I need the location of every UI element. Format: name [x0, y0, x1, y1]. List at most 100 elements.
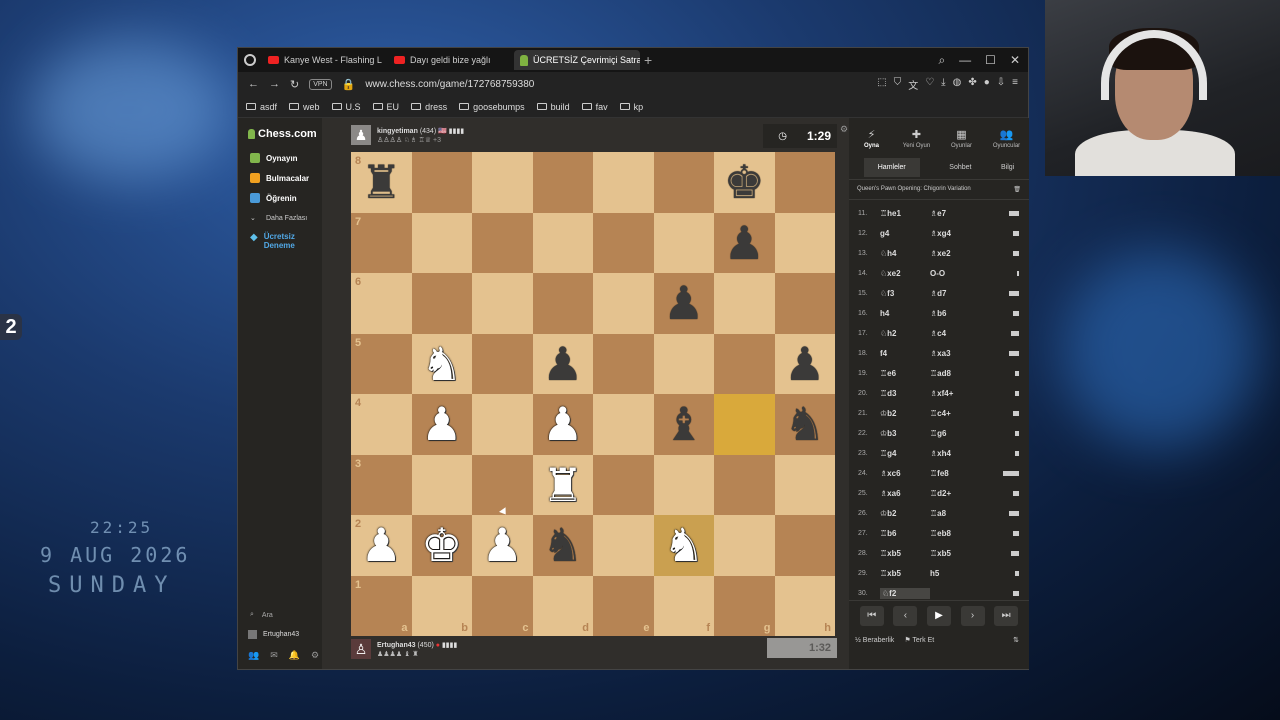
square-a3[interactable]: 3	[351, 454, 412, 515]
square-a1[interactable]: 1a	[351, 575, 412, 636]
white-move[interactable]: ♖xb5	[880, 569, 930, 578]
puzzle-icon[interactable]: ✤	[968, 77, 976, 92]
square-e8[interactable]	[593, 152, 654, 213]
white-move[interactable]: ♖xb5	[880, 549, 930, 558]
square-h3[interactable]	[774, 454, 835, 515]
square-c5[interactable]	[472, 333, 533, 394]
nav-search[interactable]: ⌕ Ara	[238, 606, 322, 624]
bookmark-goosebumps[interactable]: goosebumps	[459, 102, 525, 112]
square-c7[interactable]	[472, 212, 533, 273]
white-move[interactable]: ♖he1	[880, 209, 930, 218]
square-f7[interactable]	[653, 212, 714, 273]
black-pawn-icon[interactable]: ♟	[663, 280, 704, 326]
square-h7[interactable]	[774, 212, 835, 273]
square-b2[interactable]: ♚	[411, 515, 472, 576]
square-e7[interactable]	[593, 212, 654, 273]
nav-puzzles[interactable]: Bulmacalar	[238, 168, 322, 188]
tab-youtube-2[interactable]: Dayı geldi bize yağlı	[388, 50, 514, 70]
trash-icon[interactable]: 🗑	[1013, 186, 1021, 193]
opponent-name[interactable]: kingyetiman	[377, 128, 418, 135]
square-a6[interactable]: 6	[351, 273, 412, 334]
extension-icon[interactable]: ◍	[953, 77, 962, 92]
white-move[interactable]: ♔b3	[880, 429, 930, 438]
black-move[interactable]: h5	[930, 569, 980, 578]
vpn-badge[interactable]: VPN	[309, 78, 332, 90]
black-knight-icon[interactable]: ♞	[542, 522, 583, 568]
url-field[interactable]: www.chess.com/game/172768759380	[365, 79, 534, 90]
square-f3[interactable]	[653, 454, 714, 515]
square-d3[interactable]: ♜	[532, 454, 593, 515]
square-g4[interactable]	[714, 394, 775, 455]
tab-chess[interactable]: ÜCRETSİZ Çevrimiçi Satran	[514, 50, 640, 70]
forward-icon[interactable]: →	[269, 78, 280, 90]
previous-move-button[interactable]: ‹	[893, 605, 918, 626]
browser-menu-icon[interactable]	[244, 54, 256, 66]
square-g8[interactable]: ♚	[714, 152, 775, 213]
screenshot-icon[interactable]: ⬚	[877, 77, 886, 92]
square-f2[interactable]: ♞	[653, 515, 714, 576]
square-b4[interactable]: ♟	[411, 394, 472, 455]
black-move[interactable]: ♗e7	[930, 209, 980, 218]
square-e3[interactable]	[593, 454, 654, 515]
black-move[interactable]: ♗xa3	[930, 349, 980, 358]
downloads-icon[interactable]: ⇩	[997, 77, 1005, 92]
heart-icon[interactable]: ♡	[925, 77, 934, 92]
nav-free-trial[interactable]: ◆ Ücretsiz Deneme	[238, 232, 322, 258]
square-f4[interactable]: ♝	[653, 394, 714, 455]
black-move[interactable]: ♗xf4+	[930, 389, 980, 398]
panel-tab-1[interactable]: ✚ Yeni Oyun	[897, 128, 937, 156]
white-move[interactable]: ♗xa6	[880, 489, 930, 498]
new-tab-button[interactable]: +	[644, 52, 652, 68]
board-settings-gear-icon[interactable]: ⚙	[840, 124, 848, 135]
bookmark-fav[interactable]: fav	[581, 102, 608, 112]
back-icon[interactable]: ←	[248, 78, 259, 90]
square-h1[interactable]: h	[774, 575, 835, 636]
next-move-button[interactable]: ▶	[926, 605, 951, 626]
square-b7[interactable]	[411, 212, 472, 273]
white-pawn-icon[interactable]: ♟	[361, 522, 402, 568]
square-d4[interactable]: ♟	[532, 394, 593, 455]
square-e6[interactable]	[593, 273, 654, 334]
square-h4[interactable]: ♞	[774, 394, 835, 455]
square-a8[interactable]: 8 ♜	[351, 152, 412, 213]
bookmark-us[interactable]: U.S	[331, 102, 361, 112]
square-g3[interactable]	[714, 454, 775, 515]
square-d7[interactable]	[532, 212, 593, 273]
white-move[interactable]: h4	[880, 309, 930, 318]
subtab-2[interactable]: Bilgi	[1001, 164, 1014, 171]
own-name[interactable]: Ertughan43	[377, 642, 416, 649]
black-move[interactable]: ♗c4	[930, 329, 980, 338]
friends-icon[interactable]: 👥	[248, 650, 259, 661]
square-f1[interactable]: f	[653, 575, 714, 636]
search-tabs-icon[interactable]: ⌕	[938, 53, 945, 68]
white-knight-icon[interactable]: ♞	[663, 522, 704, 568]
square-c3[interactable]	[472, 454, 533, 515]
black-move[interactable]: ♖fe8	[930, 469, 980, 478]
black-move[interactable]: ♗xh4	[930, 449, 980, 458]
chess-board[interactable]: 8 ♜ ♚ 7 ♟ 6 ♟ 5 ♞ ♟ ♟ 4 ♟ ♟ ♝ ♞ 3 ♜ 2 ♟ ♚ ♟ ♞ ♞ 1 a b c d e f g h	[351, 152, 835, 636]
chesscom-logo[interactable]: Chess.com	[238, 118, 322, 140]
square-h8[interactable]	[774, 152, 835, 213]
square-c6[interactable]	[472, 273, 533, 334]
black-move[interactable]: ♖a8	[930, 509, 980, 518]
black-move[interactable]: ♖xb5	[930, 549, 980, 558]
black-move[interactable]: ♗xg4	[930, 229, 980, 238]
square-h6[interactable]	[774, 273, 835, 334]
white-move[interactable]: g4	[880, 229, 930, 238]
reload-icon[interactable]: ↻	[290, 78, 299, 91]
black-move[interactable]: ♗b6	[930, 309, 980, 318]
square-b5[interactable]: ♞	[411, 333, 472, 394]
black-pawn-icon[interactable]: ♟	[784, 341, 825, 387]
square-a5[interactable]: 5	[351, 333, 412, 394]
bookmark-web[interactable]: web	[289, 102, 320, 112]
bell-icon[interactable]: 🔔	[289, 650, 300, 661]
white-move[interactable]: ♔b2	[880, 409, 930, 418]
black-move[interactable]: ♖ad8	[930, 369, 980, 378]
square-a7[interactable]: 7	[351, 212, 412, 273]
square-b8[interactable]	[411, 152, 472, 213]
subtab-1[interactable]: Sohbet	[949, 164, 971, 171]
black-move[interactable]: ♗d7	[930, 289, 980, 298]
nav-more[interactable]: ⌄ Daha Fazlası	[238, 208, 322, 228]
flip-board-icon[interactable]: ⇅	[1013, 636, 1019, 644]
square-g1[interactable]: g	[714, 575, 775, 636]
